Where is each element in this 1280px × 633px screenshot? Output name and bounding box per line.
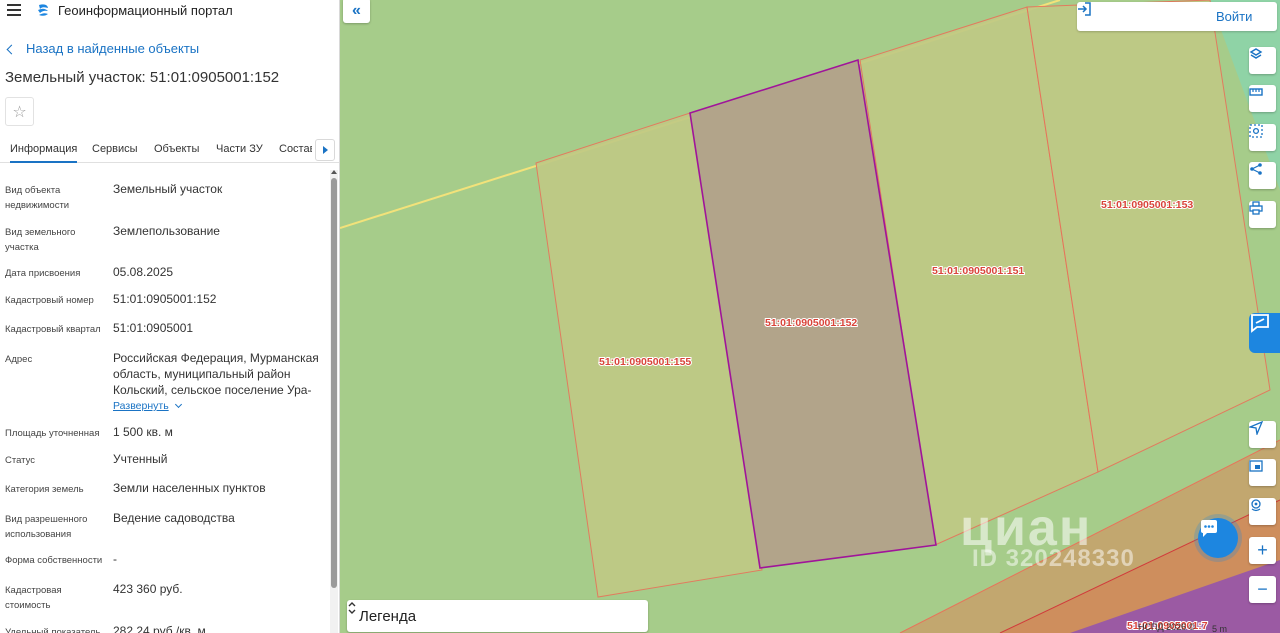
layers-icon [1249,48,1263,59]
property-label: Кадастровая стоимость [5,585,62,611]
favorite-button[interactable]: ☆ [5,97,34,126]
property-label: Площадь уточненная [5,428,100,439]
parcel-label-153: 51:01:0905001:153 [1101,199,1193,211]
chevron-updown-icon [348,602,356,614]
legend-label: Легенда [359,608,417,625]
geolocation-button[interactable] [1249,498,1276,525]
ruler-button[interactable] [1249,85,1276,112]
zoom-in-button[interactable]: + [1249,537,1276,564]
property-label: Кадастровый номер [5,295,94,306]
property-label: Вид объекта недвижимости [5,185,70,211]
back-to-results-link[interactable]: Назад в найденные объекты [6,41,200,56]
tab-parts[interactable]: Части ЗУ [216,143,263,163]
locate-button[interactable] [1249,421,1276,448]
parcel-label-152: 51:01:0905001:152 [765,317,857,329]
parcel-label-151: 51:01:0905001:151 [932,265,1024,277]
property-label: Удельный показатель [5,627,101,633]
map-canvas[interactable]: 51:01:0905001:155 51:01:0905001:152 51:0… [340,0,1280,633]
legend-dropdown[interactable]: Легенда [347,600,648,632]
property-label: Форма собственности [5,555,103,566]
login-button[interactable]: Войти [1077,2,1277,31]
ruler-icon [1249,88,1263,96]
zoom-out-button[interactable]: − [1249,576,1276,603]
property-value: Земельный участок [113,182,223,196]
double-chevron-left-icon: « [352,1,361,19]
property-value: 1 500 кв. м [113,425,173,439]
zoom-out-icon: − [1257,579,1268,599]
back-link-label: Назад в найденные объекты [26,41,200,56]
app-root: Геоинформационный портал Назад в найденн… [0,0,1280,633]
map-scale: 5 m [1212,624,1228,633]
expand-label: Развернуть [113,400,169,412]
locate-icon [1249,421,1263,435]
star-icon: ☆ [12,103,27,121]
chat-button[interactable] [1198,518,1238,558]
property-label: Категория земель [5,484,84,495]
property-label: Адрес [5,354,33,365]
property-value: 05.08.2025 [113,265,174,279]
property-label: Вид разрешенного использования [5,514,88,540]
property-value: 51:01:0905001:152 [113,292,217,306]
layers-button[interactable] [1249,47,1276,74]
tabs-next-button[interactable] [315,139,335,161]
expand-address-link[interactable]: Развернуть [113,400,182,412]
map-view[interactable]: 51:01:0905001:155 51:01:0905001:152 51:0… [340,0,1280,633]
property-value: Российская Федерация, Мурманская область… [113,351,319,397]
tab-services[interactable]: Сервисы [92,143,138,163]
chevron-left-icon [6,44,17,54]
property-value: Учтенный [113,452,168,466]
tab-information[interactable]: Информация [10,143,78,163]
property-value: Ведение садоводства [113,511,235,525]
property-value: 51:01:0905001 [113,321,194,335]
share-button[interactable] [1249,162,1276,189]
top-bar: Геоинформационный портал [0,0,339,22]
portal-title[interactable]: Геоинформационный портал [58,3,233,18]
property-value: 282,24 руб./кв. м [113,624,206,633]
tab-objects[interactable]: Объекты [154,143,199,163]
feedback-side-tab[interactable] [1249,313,1280,353]
page-title: Земельный участок: 51:01:0905001:152 [5,69,280,86]
login-label: Войти [1216,9,1253,24]
scroll-up-arrow-icon[interactable] [331,170,337,174]
property-value: Землепользование [113,224,220,238]
print-button[interactable] [1249,201,1276,228]
chat-icon [1201,520,1217,537]
scrollbar-thumb[interactable] [331,178,337,588]
select-area-button[interactable] [1249,124,1276,151]
property-label: Статус [5,455,36,466]
zoom-in-icon: + [1257,540,1268,560]
property-value: 423 360 руб. [113,582,183,596]
property-label: Кадастровый квартал [5,324,101,335]
property-label: Дата присвоения [5,268,81,279]
geolocation-icon [1251,499,1261,512]
properties-list: Вид объекта недвижимости Земельный участ… [0,163,330,633]
watermark-id: ID 320248330 [972,545,1135,572]
login-icon [1078,2,1091,16]
tab-composition[interactable]: Состав [279,143,312,163]
property-label: Вид земельного участка [5,227,76,253]
map-copyright: НСПД 2026 © [1138,622,1196,632]
parcel-label-155: 51:01:0905001:155 [599,356,691,368]
chevron-right-icon [322,146,328,154]
sidebar-scrollbar[interactable] [330,170,338,633]
select-area-icon [1249,124,1263,138]
portal-logo-icon[interactable] [36,3,50,18]
print-icon [1249,201,1263,215]
collapse-sidebar-button[interactable]: « [343,0,370,23]
share-icon [1250,163,1262,175]
property-value: - [113,552,117,566]
tab-bar: Информация Сервисы Объекты Части ЗУ Сост… [0,138,339,163]
info-sidebar: Геоинформационный портал Назад в найденн… [0,0,340,633]
hamburger-menu-icon[interactable] [7,4,21,16]
feedback-icon [1251,314,1269,333]
chevron-down-icon [174,400,182,409]
map-type-icon [1249,460,1263,472]
map-type-button[interactable] [1249,459,1276,486]
property-value: Земли населенных пунктов [113,481,266,495]
